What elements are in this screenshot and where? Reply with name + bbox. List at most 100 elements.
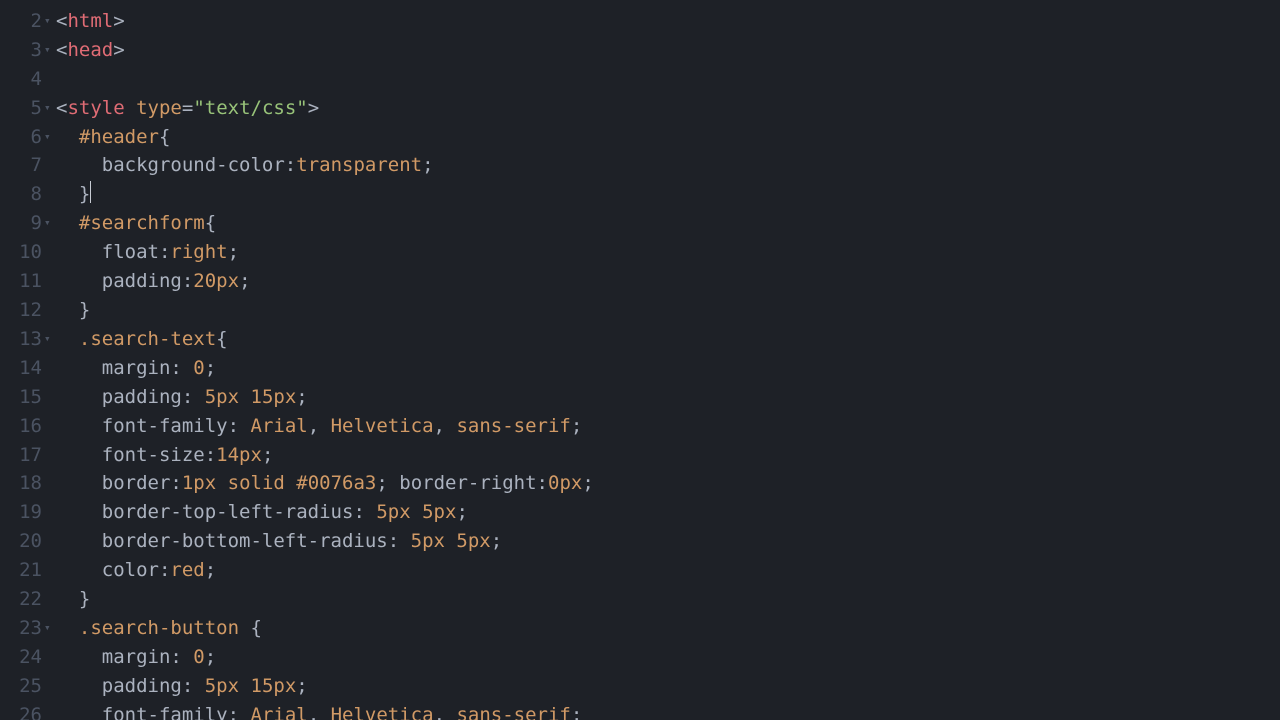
token-ident [56, 154, 102, 176]
code-line[interactable]: color:red; [56, 556, 1280, 585]
code-line[interactable]: } [56, 180, 1280, 209]
code-line[interactable]: border:1px solid #0076a3; border-right:0… [56, 469, 1280, 498]
token-ident [56, 675, 102, 697]
code-line[interactable]: font-family: Arial, Helvetica, sans-seri… [56, 412, 1280, 441]
fold-spacer [44, 180, 56, 209]
line-number: 3 [0, 36, 44, 65]
token-ident: html [159, 0, 216, 3]
token-punct: ; [376, 472, 399, 494]
fold-toggle-icon[interactable]: ▾ [44, 94, 56, 123]
code-line[interactable]: margin: 0; [56, 354, 1280, 383]
fold-toggle-icon[interactable]: ▾ [44, 7, 56, 36]
code-line[interactable]: font-family: Arial, Helvetica, sans-seri… [56, 701, 1280, 720]
token-brace: } [79, 588, 90, 610]
token-value: 1px [182, 472, 216, 494]
token-punct: , [434, 704, 457, 720]
token-value: 0 [193, 646, 204, 668]
code-line[interactable]: float:right; [56, 238, 1280, 267]
line-number: 4 [0, 65, 44, 94]
token-value: 14px [216, 444, 262, 466]
token-value: 5px [205, 386, 239, 408]
fold-spacer [44, 65, 56, 94]
token-tag-bracket: < [56, 39, 67, 61]
token-value: 5px [422, 501, 456, 523]
token-ident [56, 212, 79, 234]
token-brace: { [205, 212, 216, 234]
token-punct: ; [571, 415, 582, 437]
code-line[interactable]: .search-text{ [56, 325, 1280, 354]
token-prop: margin [102, 357, 171, 379]
fold-toggle-icon[interactable]: ▾ [44, 36, 56, 65]
line-number: 14 [0, 354, 44, 383]
fold-toggle-icon[interactable]: ▾ [44, 325, 56, 354]
fold-spacer [44, 643, 56, 672]
token-value: sans-serif [456, 415, 570, 437]
token-brace: { [216, 328, 227, 350]
token-ident [56, 444, 102, 466]
fold-spacer [44, 469, 56, 498]
token-value: transparent [296, 154, 422, 176]
token-value: 5px [456, 530, 490, 552]
token-punct: ; [239, 270, 250, 292]
code-line[interactable]: border-top-left-radius: 5px 5px; [56, 498, 1280, 527]
code-line[interactable]: font-size:14px; [56, 441, 1280, 470]
code-line[interactable]: <!DOCTYPE html> [56, 0, 1280, 7]
code-line[interactable]: padding:20px; [56, 267, 1280, 296]
code-line[interactable]: <html> [56, 7, 1280, 36]
fold-toggle-icon[interactable]: ▾ [44, 614, 56, 643]
fold-spacer [44, 238, 56, 267]
token-punct: ; [205, 357, 216, 379]
token-punct: ; [571, 704, 582, 720]
fold-toggle-icon[interactable]: ▾ [44, 209, 56, 238]
token-punct: ; [491, 530, 502, 552]
line-number: 23 [0, 614, 44, 643]
token-value: red [170, 559, 204, 581]
code-line[interactable]: padding: 5px 15px; [56, 383, 1280, 412]
code-line[interactable]: <style type="text/css"> [56, 94, 1280, 123]
code-line[interactable]: background-color:transparent; [56, 151, 1280, 180]
token-punct: : [159, 559, 170, 581]
token-ident [56, 241, 102, 263]
code-line[interactable]: margin: 0; [56, 643, 1280, 672]
line-number: 16 [0, 412, 44, 441]
code-line[interactable]: } [56, 296, 1280, 325]
code-line[interactable]: #header{ [56, 123, 1280, 152]
line-number: 22 [0, 585, 44, 614]
code-line[interactable]: padding: 5px 15px; [56, 672, 1280, 701]
token-prop: padding [102, 270, 182, 292]
code-line[interactable]: <head> [56, 36, 1280, 65]
fold-spacer [44, 354, 56, 383]
token-selector: #searchform [79, 212, 205, 234]
code-editor[interactable]: 1<!DOCTYPE html>2▾<html>3▾<head>45▾<styl… [0, 0, 1280, 720]
token-ident [56, 501, 102, 523]
token-attr-val: "text/css" [193, 97, 307, 119]
token-value: 5px [205, 675, 239, 697]
code-line[interactable] [56, 65, 1280, 94]
token-tag-bracket: > [113, 39, 124, 61]
token-ident [239, 386, 250, 408]
token-punct: : [182, 270, 193, 292]
line-number: 24 [0, 643, 44, 672]
code-line[interactable]: border-bottom-left-radius: 5px 5px; [56, 527, 1280, 556]
line-number: 13 [0, 325, 44, 354]
fold-spacer [44, 441, 56, 470]
token-value: Arial [251, 704, 308, 720]
code-line[interactable]: } [56, 585, 1280, 614]
fold-spacer [44, 383, 56, 412]
token-ident [56, 617, 79, 639]
token-selector: .search-text [79, 328, 216, 350]
token-ident [56, 530, 102, 552]
token-prop: font-family [102, 704, 228, 720]
fold-toggle-icon[interactable]: ▾ [44, 123, 56, 152]
token-tag-bracket: > [216, 0, 227, 3]
token-ident [56, 299, 79, 321]
token-prop: padding [102, 386, 182, 408]
fold-spacer [44, 585, 56, 614]
code-line[interactable]: #searchform{ [56, 209, 1280, 238]
token-punct: = [182, 97, 193, 119]
token-punct: , [434, 415, 457, 437]
token-punct: : [159, 241, 170, 263]
token-punct: : [537, 472, 548, 494]
token-ident [56, 588, 79, 610]
code-line[interactable]: .search-button { [56, 614, 1280, 643]
